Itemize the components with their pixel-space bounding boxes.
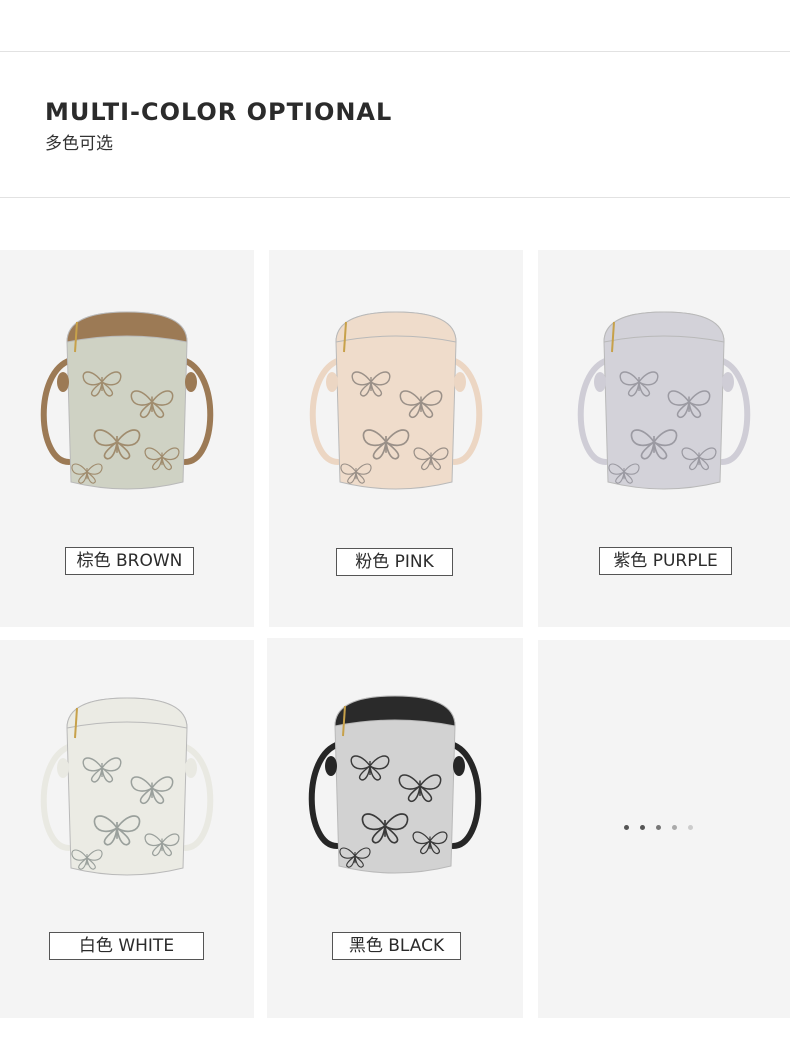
color-label-black: 黑色 BLACK <box>332 932 461 960</box>
color-card-pink[interactable]: 粉色 PINK <box>269 250 523 627</box>
color-card-purple[interactable]: 紫色 PURPLE <box>538 250 790 627</box>
bag-image <box>308 695 482 874</box>
dot <box>640 825 645 830</box>
color-label-white: 白色 WHITE <box>49 932 204 960</box>
color-card-brown[interactable]: 棕色 BROWN <box>0 250 254 627</box>
more-colors-card <box>538 640 790 1018</box>
bottom-divider <box>0 197 790 198</box>
color-card-white[interactable]: 白色 WHITE <box>0 640 254 1018</box>
dot <box>624 825 629 830</box>
bag-image <box>40 697 214 876</box>
color-label-pink: 粉色 PINK <box>336 548 453 576</box>
section-title: MULTI-COLOR OPTIONAL <box>45 98 393 126</box>
color-label-brown: 棕色 BROWN <box>65 547 194 575</box>
more-dots-icon <box>624 825 694 833</box>
dot <box>656 825 661 830</box>
top-divider <box>0 51 790 52</box>
color-label-purple: 紫色 PURPLE <box>599 547 732 575</box>
dot <box>672 825 677 830</box>
color-card-black[interactable]: 黑色 BLACK <box>267 638 523 1018</box>
section-subtitle: 多色可选 <box>45 134 113 154</box>
dot <box>688 825 693 830</box>
